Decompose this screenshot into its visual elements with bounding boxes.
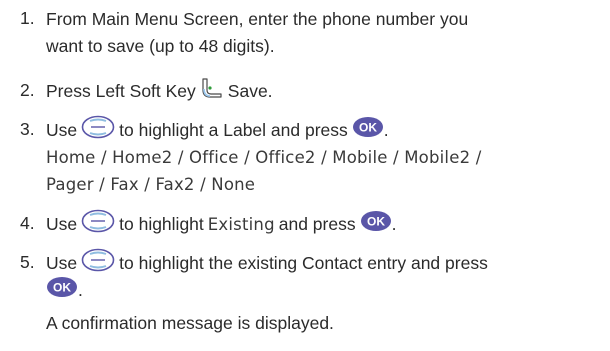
svg-text:OK: OK [53,280,71,294]
confirmation-note: A confirmation message is displayed. [46,313,334,333]
ok-key-icon: OK [360,210,392,240]
ok-key-icon: OK [46,276,78,306]
ok-key-icon: OK [352,116,384,146]
label-options: Home / Home2 / Office / Office2 / Mobile… [46,148,482,167]
softkey-label: Save. [227,81,273,101]
step-text: Use [46,253,78,273]
step-text-end: . [391,214,397,234]
step-text-continued: want to save (up to 48 digits). [46,36,275,56]
step-text: to highlight [119,214,204,234]
svg-text:OK: OK [367,214,385,228]
step-number: 5. [20,252,35,272]
navigation-key-icon [81,248,115,280]
navigation-key-icon [81,115,115,147]
step-text: to highlight a Label and press [119,120,348,140]
step-text-end: . [383,120,389,140]
step-text: and press [278,214,356,234]
step-number: 2. [20,80,35,100]
step-text: to highlight the existing Contact entry … [119,253,488,273]
svg-text:OK: OK [359,120,377,134]
step-number: 1. [20,8,35,28]
step-number: 4. [20,213,35,233]
step-text: From Main Menu Screen, enter the phone n… [46,9,469,29]
left-soft-key-icon [200,76,224,108]
label-options-continued: Pager / Fax / Fax2 / None [46,175,256,194]
step-text-end: . [78,280,83,300]
step-number: 3. [20,119,35,139]
navigation-key-icon [81,209,115,241]
menu-option-existing: Existing [207,215,275,234]
step-text: Press Left Soft Key [46,81,196,101]
step-text: Use [46,214,78,234]
step-text: Use [46,120,78,140]
